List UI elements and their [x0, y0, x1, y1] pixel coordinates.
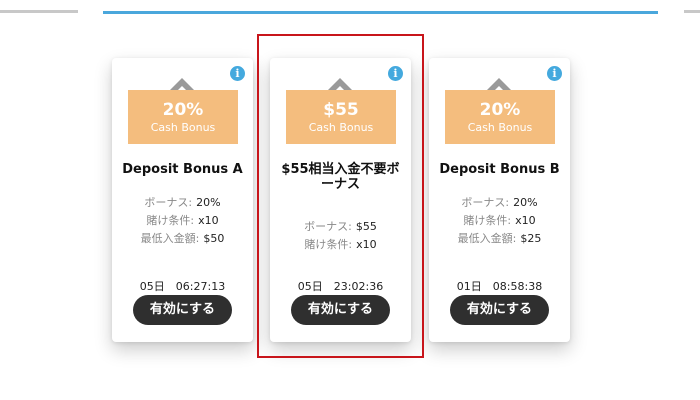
badge-value: 20% [162, 100, 204, 120]
detail-value: 20% [196, 196, 221, 209]
selection-highlight-frame [257, 34, 424, 358]
detail-label: 賭け条件: [146, 214, 195, 227]
bonus-title: Deposit Bonus A [122, 162, 243, 177]
detail-label: ボーナス: [144, 196, 193, 209]
detail-row: 賭け条件: x10 [433, 212, 566, 230]
info-icon[interactable]: i [547, 66, 562, 81]
bonus-badge: 20% Cash Bonus [128, 90, 238, 144]
detail-label: 最低入金額: [140, 232, 200, 245]
top-divider-right [684, 10, 700, 13]
bonus-card: i 20% Cash Bonus Deposit Bonus B ボーナス: 20… [429, 58, 570, 342]
detail-label: 最低入金額: [457, 232, 517, 245]
detail-value: $25 [520, 232, 542, 245]
detail-label: ボーナス: [461, 196, 510, 209]
top-divider-accent [103, 11, 658, 14]
detail-row: 最低入金額: $50 [116, 230, 249, 248]
countdown-timer: 05日 06:27:13 [139, 280, 226, 293]
detail-row: ボーナス: 20% [433, 194, 566, 212]
top-divider-left [0, 10, 78, 13]
bonus-details: ボーナス: 20% 賭け条件: x10 最低入金額: $50 [116, 194, 249, 248]
info-icon[interactable]: i [230, 66, 245, 81]
detail-label: 賭け条件: [463, 214, 512, 227]
activate-button[interactable]: 有効にする [450, 295, 549, 325]
countdown-timer: 01日 08:58:38 [456, 280, 543, 293]
badge-value: 20% [479, 100, 521, 120]
detail-value: $50 [203, 232, 225, 245]
detail-value: x10 [198, 214, 219, 227]
detail-row: ボーナス: 20% [116, 194, 249, 212]
badge-label: Cash Bonus [150, 121, 216, 134]
bonus-details: ボーナス: 20% 賭け条件: x10 最低入金額: $25 [433, 194, 566, 248]
bonus-title: Deposit Bonus B [439, 162, 560, 177]
detail-value: 20% [513, 196, 538, 209]
detail-row: 賭け条件: x10 [116, 212, 249, 230]
bonus-badge: 20% Cash Bonus [445, 90, 555, 144]
detail-value: x10 [515, 214, 536, 227]
detail-row: 最低入金額: $25 [433, 230, 566, 248]
activate-button[interactable]: 有効にする [133, 295, 232, 325]
bonus-card: i 20% Cash Bonus Deposit Bonus A ボーナス: 20… [112, 58, 253, 342]
badge-label: Cash Bonus [467, 121, 533, 134]
